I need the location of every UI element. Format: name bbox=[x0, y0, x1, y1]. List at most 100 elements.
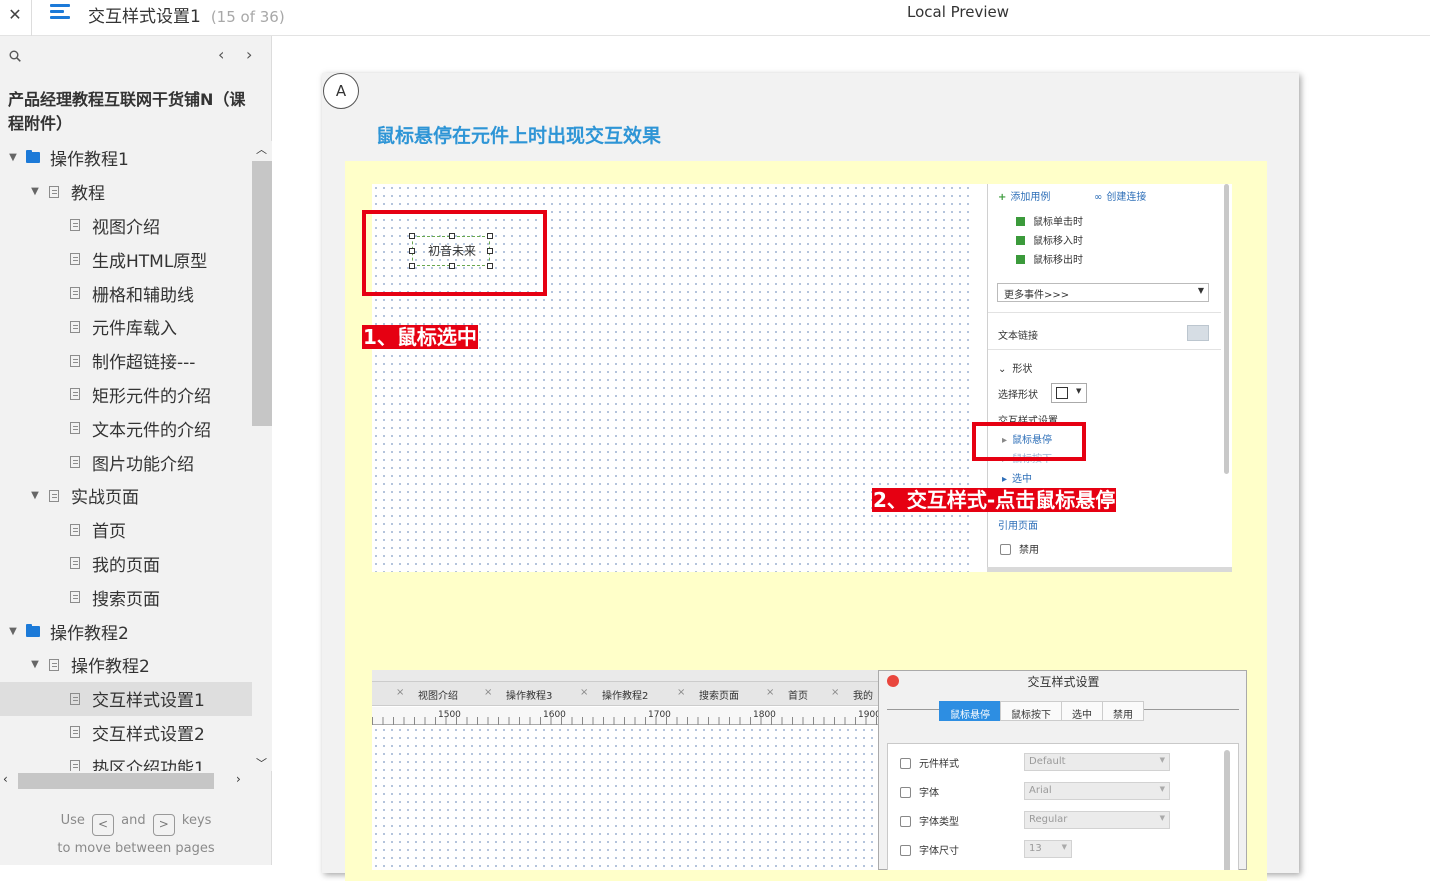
sitemap-page[interactable]: 栅格和辅助线 bbox=[0, 276, 252, 310]
chevron-down-icon[interactable]: ▼ bbox=[8, 626, 18, 637]
sitemap-page[interactable]: 文本元件的介绍 bbox=[0, 411, 252, 445]
chevron-left-icon[interactable]: ‹ bbox=[3, 772, 8, 786]
create-link-row[interactable]: ∞ 创建连接 bbox=[1094, 188, 1146, 203]
shape-section[interactable]: ⌄ 形状 bbox=[998, 360, 1032, 375]
scrollbar-thumb[interactable] bbox=[1224, 184, 1229, 474]
style-option-dropdown[interactable]: Regular ▼ bbox=[1024, 811, 1170, 829]
selected-link[interactable]: 选中 bbox=[1012, 474, 1032, 485]
checkbox-icon bbox=[900, 845, 911, 856]
add-case-link[interactable]: 添加用例 bbox=[1010, 192, 1050, 203]
sitemap-page[interactable]: 交互样式设置1 bbox=[0, 681, 252, 716]
caret-down-icon: ▼ bbox=[1159, 814, 1165, 822]
next-page-button[interactable]: › bbox=[246, 45, 252, 64]
tab-selected[interactable]: 选中 bbox=[1061, 701, 1103, 721]
close-icon[interactable]: ✕ bbox=[0, 0, 30, 28]
text-link-button[interactable] bbox=[1187, 325, 1209, 341]
editor-tab[interactable]: 我的 bbox=[853, 687, 873, 702]
sitemap-folder[interactable]: ▼ 操作教程1 bbox=[0, 141, 252, 175]
sitemap-page[interactable]: 首页 bbox=[0, 513, 252, 547]
sitemap-page[interactable]: 生成HTML原型 bbox=[0, 242, 252, 276]
chevron-down-icon[interactable]: ▼ bbox=[30, 490, 40, 501]
dropdown-value: Default bbox=[1029, 756, 1066, 767]
caret-down-icon: ▼ bbox=[1159, 785, 1165, 793]
style-option-dropdown[interactable]: Default ▼ bbox=[1024, 753, 1170, 771]
sidebar-vertical-scrollbar[interactable]: ︿ ﹀ bbox=[252, 141, 272, 771]
tree-item-label: 图片功能介绍 bbox=[92, 454, 194, 475]
tab-mouse-over[interactable]: 鼠标悬停 bbox=[939, 701, 1001, 721]
more-events-select[interactable]: 更多事件>>> ▼ bbox=[997, 283, 1209, 302]
editor-tab[interactable]: 操作教程2 bbox=[602, 687, 648, 702]
sitemap-page[interactable]: 热区介绍功能1 bbox=[0, 749, 252, 771]
panel-scrollbar[interactable] bbox=[1223, 184, 1231, 474]
sidebar-horizontal-scrollbar[interactable]: ‹ › bbox=[0, 771, 252, 791]
event-label: 鼠标单击时 bbox=[1033, 217, 1083, 228]
step1-label: 1、鼠标选中 bbox=[362, 325, 478, 349]
annotation-marker[interactable]: A bbox=[323, 73, 359, 109]
sitemap-page[interactable]: 制作超链接--- bbox=[0, 344, 252, 378]
style-option-checkbox[interactable]: 字体类型 bbox=[900, 813, 959, 828]
sitemap-page[interactable]: 视图介绍 bbox=[0, 209, 252, 243]
close-icon[interactable]: × bbox=[677, 687, 685, 698]
chevron-up-icon[interactable]: ︿ bbox=[256, 141, 267, 157]
tree-item-label: 首页 bbox=[92, 522, 126, 543]
sitemap-folder[interactable]: ▼ 操作教程2 bbox=[0, 614, 252, 648]
editor-tab[interactable]: 首页 bbox=[788, 687, 808, 702]
chevron-down-icon[interactable]: ▼ bbox=[30, 659, 40, 670]
sitemap-page[interactable]: ▼ 教程 bbox=[0, 175, 252, 209]
close-icon[interactable]: × bbox=[396, 687, 404, 698]
ref-page-label: 引用页面 bbox=[998, 521, 1038, 532]
tree-item-label: 搜索页面 bbox=[92, 589, 160, 610]
dropdown-value: Arial bbox=[1029, 785, 1052, 796]
hamburger-menu-icon[interactable] bbox=[50, 3, 70, 21]
chevron-right-icon[interactable]: › bbox=[236, 772, 241, 786]
sitemap-page[interactable]: 图片功能介绍 bbox=[0, 445, 252, 479]
scrollbar-thumb[interactable] bbox=[252, 161, 272, 426]
sitemap-page[interactable]: 我的页面 bbox=[0, 547, 252, 581]
checkbox-icon bbox=[900, 787, 911, 798]
tab-mouse-down[interactable]: 鼠标按下 bbox=[1000, 701, 1062, 721]
close-icon[interactable]: × bbox=[831, 687, 839, 698]
ruler-label: 1600 bbox=[543, 710, 566, 720]
add-case-row[interactable]: + 添加用例 bbox=[998, 188, 1050, 203]
editor-tab[interactable]: 搜索页面 bbox=[699, 687, 739, 702]
ruler-label: 1800 bbox=[753, 710, 776, 720]
disabled-checkbox[interactable]: 禁用 bbox=[1000, 541, 1039, 556]
selected-option[interactable]: ▸ 选中 bbox=[1002, 470, 1032, 485]
scrollbar-thumb[interactable] bbox=[18, 773, 214, 789]
style-option-dropdown[interactable]: Arial ▼ bbox=[1024, 782, 1170, 800]
sitemap-page[interactable]: 元件库载入 bbox=[0, 310, 252, 344]
style-option-checkbox[interactable]: 字体尺寸 bbox=[900, 842, 959, 857]
chevron-down-icon[interactable]: ▼ bbox=[30, 186, 40, 197]
event-icon bbox=[1016, 217, 1025, 226]
chevron-down-icon[interactable]: ﹀ bbox=[256, 755, 267, 771]
previous-page-button[interactable]: ‹ bbox=[218, 45, 224, 64]
sitemap-page[interactable]: ▼ 实战页面 bbox=[0, 479, 252, 513]
tree-item-label: 热区介绍功能1 bbox=[92, 758, 205, 771]
sitemap-page[interactable]: 搜索页面 bbox=[0, 580, 252, 614]
editor-tab[interactable]: 视图介绍 bbox=[418, 687, 458, 702]
search-icon[interactable] bbox=[9, 50, 21, 62]
sitemap-page[interactable]: 交互样式设置2 bbox=[0, 716, 252, 750]
style-option-dropdown[interactable]: 13 ▼ bbox=[1024, 840, 1072, 858]
style-option-checkbox[interactable]: 字体 bbox=[900, 784, 939, 799]
sitemap-page[interactable]: ▼ 操作教程2 bbox=[0, 648, 252, 682]
event-item[interactable]: 鼠标移入时 bbox=[1016, 232, 1083, 247]
right-key-icon: > bbox=[152, 814, 175, 836]
event-item[interactable]: 鼠标单击时 bbox=[1016, 213, 1083, 228]
tab-disabled[interactable]: 禁用 bbox=[1102, 701, 1144, 721]
close-icon[interactable]: × bbox=[484, 687, 492, 698]
close-icon[interactable]: × bbox=[766, 687, 774, 698]
editor-tab[interactable]: 操作教程3 bbox=[506, 687, 552, 702]
ref-page-link[interactable]: 引用页面 bbox=[998, 517, 1038, 532]
dialog-title: 交互样式设置 bbox=[1027, 675, 1100, 689]
style-option-checkbox[interactable]: 元件样式 bbox=[900, 755, 959, 770]
close-icon[interactable]: × bbox=[580, 687, 588, 698]
event-item[interactable]: 鼠标移出时 bbox=[1016, 251, 1083, 266]
chevron-down-icon[interactable]: ▼ bbox=[8, 152, 18, 163]
sitemap-page[interactable]: 矩形元件的介绍 bbox=[0, 378, 252, 412]
create-link[interactable]: 创建连接 bbox=[1106, 192, 1146, 203]
tree-item-label: 元件库载入 bbox=[92, 319, 177, 340]
tree-item-label: 交互样式设置2 bbox=[92, 724, 205, 745]
dialog-scrollbar[interactable] bbox=[1224, 750, 1230, 870]
select-shape-dropdown[interactable]: ▼ bbox=[1051, 383, 1087, 403]
